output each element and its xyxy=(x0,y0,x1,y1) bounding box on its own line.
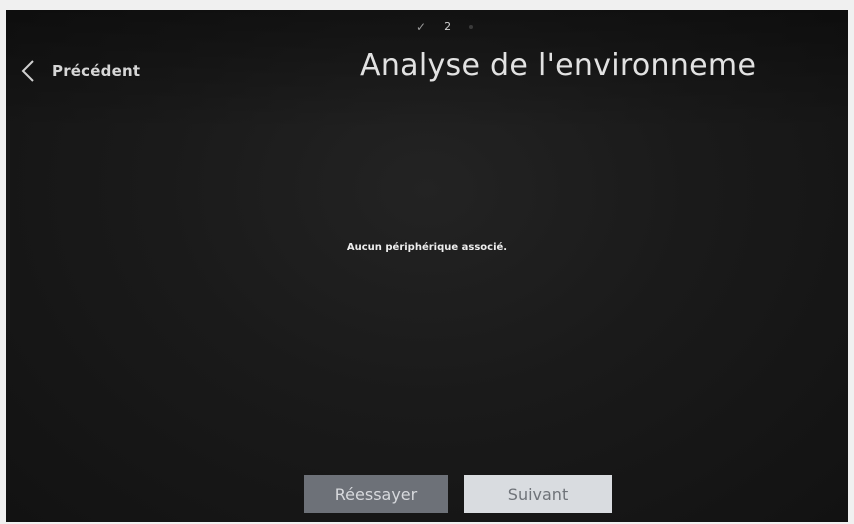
tv-frame: ✓ 2 Précédent Analyse de l'environneme A… xyxy=(0,0,854,524)
step-pending-dot xyxy=(469,25,474,29)
action-buttons: Réessayer Suivant xyxy=(304,475,612,513)
chevron-left-icon xyxy=(18,58,38,84)
next-button-label: Suivant xyxy=(507,484,569,504)
retry-button-label: Réessayer xyxy=(334,484,418,504)
status-message: Aucun périphérique associé. xyxy=(346,242,508,253)
next-button[interactable]: Suivant xyxy=(464,475,612,513)
setup-stepper: ✓ 2 xyxy=(416,18,474,36)
step-completed-check-icon: ✓ xyxy=(416,20,427,34)
back-button[interactable]: Précédent xyxy=(18,58,140,84)
retry-button[interactable]: Réessayer xyxy=(304,475,448,513)
setup-screen: ✓ 2 Précédent Analyse de l'environneme A… xyxy=(6,10,848,522)
step-current-number: 2 xyxy=(444,20,452,33)
back-button-label: Précédent xyxy=(52,62,141,80)
page-title: Analyse de l'environneme xyxy=(360,48,757,83)
